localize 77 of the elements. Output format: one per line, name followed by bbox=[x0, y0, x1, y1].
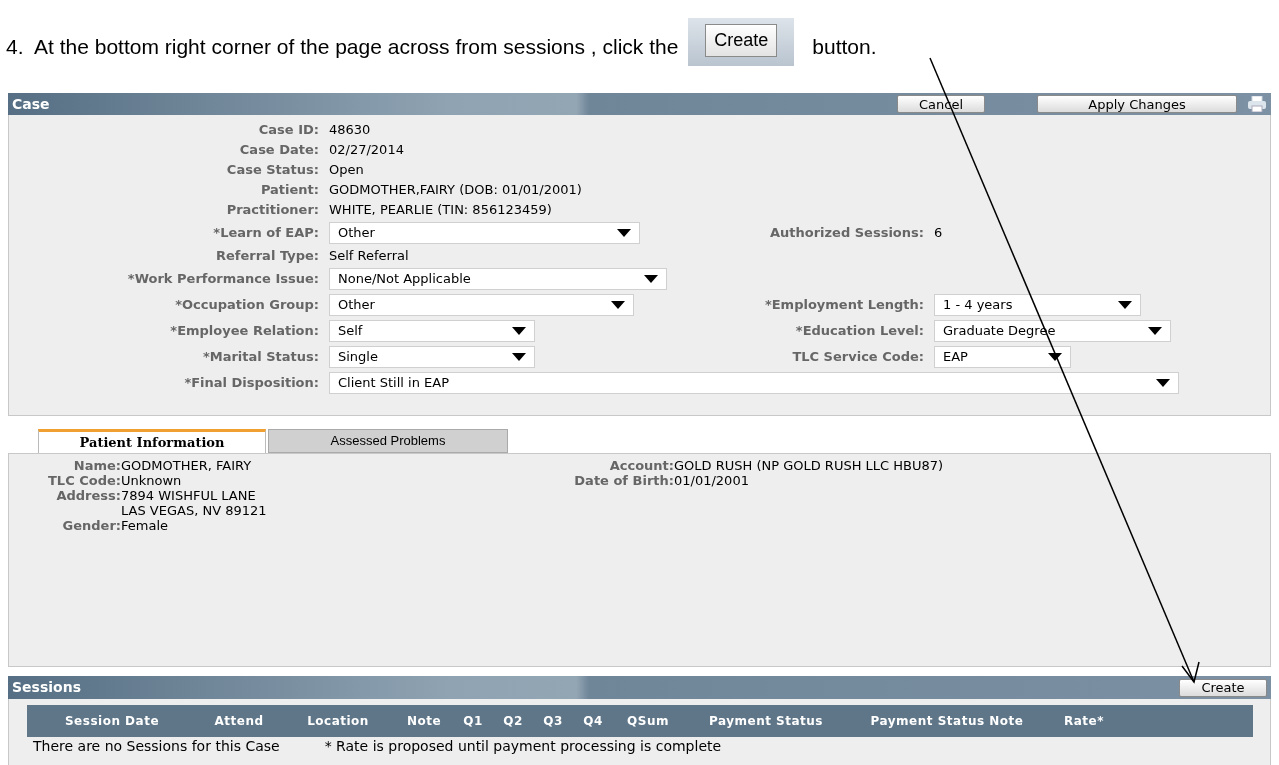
field-label: *Marital Status: bbox=[201, 348, 319, 367]
rate-footnote: * Rate is proposed until payment processing is complete bbox=[324, 738, 722, 754]
field-label: Authorized Sessions: bbox=[768, 224, 924, 243]
column-header: Q2 bbox=[502, 712, 524, 730]
column-header: Payment Status bbox=[708, 712, 824, 730]
info-label: Address: bbox=[55, 488, 121, 505]
caret-icon bbox=[1048, 353, 1062, 361]
field-label: *Learn of EAP: bbox=[212, 224, 319, 243]
empty-message: There are no Sessions for this Case bbox=[33, 738, 280, 754]
info-label: Account: bbox=[608, 458, 674, 473]
field-label: *Work Performance Issue: bbox=[126, 270, 319, 289]
column-header: Q3 bbox=[542, 712, 564, 730]
dropdown-field[interactable]: 1 - 4 years bbox=[934, 294, 1141, 316]
print-icon[interactable] bbox=[1247, 96, 1267, 112]
tab[interactable]: Assessed Problems bbox=[268, 429, 508, 453]
field-label: Case Date: bbox=[238, 141, 319, 160]
field-value: GODMOTHER,FAIRY (DOB: 01/01/2001) bbox=[329, 181, 582, 200]
dropdown-field[interactable]: Other bbox=[329, 294, 634, 316]
column-header: Note bbox=[405, 712, 443, 730]
field-value: 6 bbox=[934, 224, 943, 243]
dropdown-field[interactable]: EAP bbox=[934, 346, 1071, 368]
info-value: 7894 WISHFUL LANE bbox=[121, 488, 257, 503]
field-label: *Occupation Group: bbox=[174, 296, 319, 315]
caret-icon bbox=[611, 301, 625, 309]
caret-icon bbox=[1148, 327, 1162, 335]
column-header: Location bbox=[306, 712, 370, 730]
dropdown-field[interactable]: Self bbox=[329, 320, 535, 342]
column-header: QSum bbox=[626, 712, 670, 730]
dropdown-field[interactable]: Other bbox=[329, 222, 640, 244]
dropdown-field[interactable]: Client Still in EAP bbox=[329, 372, 1179, 394]
info-value: 01/01/2001 bbox=[674, 473, 749, 488]
info-value: GODMOTHER, FAIRY bbox=[121, 458, 252, 473]
info-value: LAS VEGAS, NV 89121 bbox=[121, 503, 267, 518]
info-value: GOLD RUSH (NP GOLD RUSH LLC HBU87) bbox=[674, 458, 944, 473]
field-label: Referral Type: bbox=[215, 247, 319, 266]
column-header: Rate* bbox=[1063, 712, 1105, 730]
info-label: Gender: bbox=[61, 518, 121, 533]
info-label: Name: bbox=[72, 458, 121, 473]
field-value: WHITE, PEARLIE (TIN: 856123459) bbox=[329, 201, 552, 220]
field-label: *Final Disposition: bbox=[183, 374, 319, 393]
create-button-image: Create bbox=[688, 17, 795, 66]
caret-icon bbox=[644, 275, 658, 283]
column-header: Q1 bbox=[462, 712, 484, 730]
panel-title: Sessions bbox=[12, 678, 81, 697]
instruction-text: 4. At the bottom right corner of the page across from sessions , click the bbox=[6, 33, 679, 60]
field-label: Patient: bbox=[259, 181, 319, 200]
info-value: Female bbox=[121, 518, 168, 533]
field-label: Case Status: bbox=[225, 161, 319, 180]
caret-icon bbox=[512, 353, 526, 361]
field-value: 02/27/2014 bbox=[329, 141, 404, 160]
field-label: *Employment Length: bbox=[763, 296, 924, 315]
column-header: Payment Status Note bbox=[869, 712, 1025, 730]
field-label: TLC Service Code: bbox=[791, 348, 924, 367]
field-label: Practitioner: bbox=[225, 201, 319, 220]
apply-changes-button[interactable]: Apply Changes bbox=[1037, 95, 1237, 113]
column-header: Q4 bbox=[582, 712, 604, 730]
field-label: *Employee Relation: bbox=[169, 322, 319, 341]
field-value: Open bbox=[329, 161, 364, 180]
caret-icon bbox=[512, 327, 526, 335]
field-label: Case ID: bbox=[257, 121, 319, 140]
info-value: Unknown bbox=[121, 473, 182, 488]
column-header: Session Date bbox=[63, 712, 161, 730]
caret-icon bbox=[617, 229, 631, 237]
create-button[interactable]: Create bbox=[1179, 678, 1267, 697]
info-label: TLC Code: bbox=[47, 473, 121, 488]
tab[interactable]: Patient Information bbox=[38, 429, 266, 453]
panel-title: Case bbox=[12, 94, 50, 114]
field-label: *Education Level: bbox=[794, 322, 924, 341]
caret-icon bbox=[1118, 301, 1132, 309]
field-value: 48630 bbox=[329, 121, 371, 140]
field-value: Self Referral bbox=[329, 247, 409, 266]
dropdown-field[interactable]: None/Not Applicable bbox=[329, 268, 667, 290]
dropdown-field[interactable]: Single bbox=[329, 346, 535, 368]
info-label: Date of Birth: bbox=[573, 473, 674, 488]
instruction-text: button. bbox=[812, 33, 877, 60]
caret-icon bbox=[1156, 379, 1170, 387]
column-header: Attend bbox=[213, 712, 265, 730]
